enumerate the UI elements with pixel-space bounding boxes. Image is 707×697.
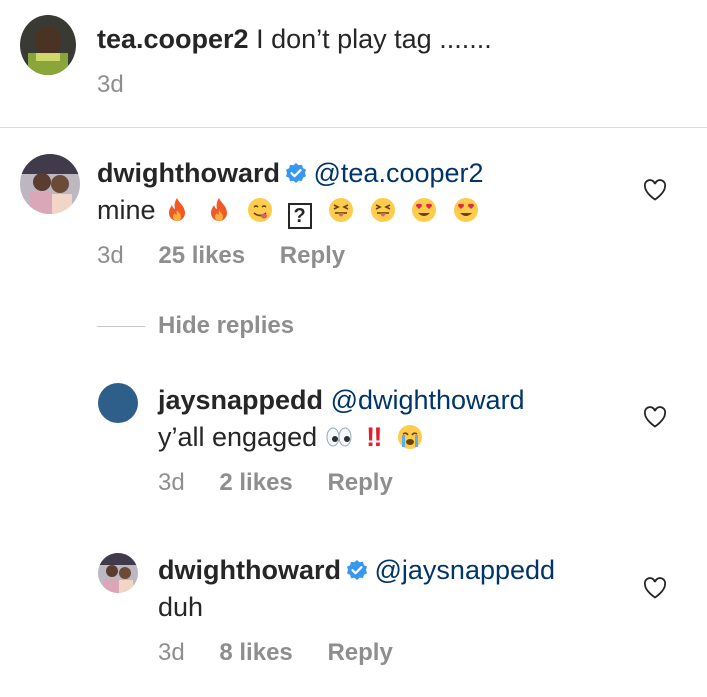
comment-username[interactable]: dwighthoward [97,158,280,188]
comment-time[interactable]: 3d [97,70,124,100]
reply-line: dwighthoward @jaysnappedd [158,553,555,587]
like-heart-icon[interactable] [643,179,667,201]
avatar-dwighthoward[interactable] [98,553,138,593]
reply-button[interactable]: Reply [327,638,392,668]
reply-body: duh [158,590,203,624]
heart-eyes-emoji-icon [452,196,480,224]
reply-line: jaysnappedd @dwighthoward [158,383,525,417]
comment-username[interactable]: tea.cooper2 [97,24,249,54]
comment-meta: 3d 25 likes Reply [97,241,345,271]
squinting-tongue-emoji-icon [369,196,397,224]
avatar-dwighthoward[interactable] [20,154,80,214]
double-exclamation-emoji: ‼ [366,422,383,452]
comment-mention[interactable]: @tea.cooper2 [314,158,484,188]
like-heart-icon[interactable] [643,406,667,428]
reply-time[interactable]: 3d [158,638,185,668]
reply-body: y’all engaged ‼ [158,420,430,454]
reply-text: duh [158,592,204,622]
yum-face-emoji-icon [246,196,274,224]
like-heart-icon[interactable] [643,577,667,599]
comment-line: dwighthoward @tea.cooper2 [97,156,484,190]
reply-meta: 3d 8 likes Reply [158,638,393,668]
reply-username[interactable]: dwighthoward [158,555,341,585]
reply-time[interactable]: 3d [158,468,185,498]
reply-mention[interactable]: @dwighthoward [331,385,525,415]
comment-body: mine ? [97,193,486,229]
comment-time[interactable]: 3d [97,241,124,271]
hide-replies-button[interactable]: Hide replies [158,311,294,341]
reply-button[interactable]: Reply [280,241,345,271]
fire-emoji-icon [163,196,191,224]
likes-count[interactable]: 2 likes [219,468,292,498]
eyes-emoji-icon [325,423,353,451]
likes-count[interactable]: 25 likes [158,241,245,271]
hide-replies-line [97,326,145,327]
comment-text: I don’t play tag ....... [256,24,492,54]
comment-meta: 3d [97,70,124,100]
reply-meta: 3d 2 likes Reply [158,468,393,498]
reply-mention[interactable]: @jaysnappedd [375,555,556,585]
comment-line: tea.cooper2 I don’t play tag ....... [97,22,492,56]
fire-emoji-icon [205,196,233,224]
verified-badge-icon [285,163,306,183]
reply-username[interactable]: jaysnappedd [158,385,323,415]
likes-count[interactable]: 8 likes [219,638,292,668]
heart-eyes-emoji-icon [410,196,438,224]
comment-text: mine [97,195,156,225]
divider [0,127,707,128]
missing-glyph-box: ? [287,203,312,229]
avatar-jaysnappedd[interactable] [98,383,138,423]
reply-button[interactable]: Reply [327,468,392,498]
squinting-tongue-emoji-icon [327,196,355,224]
verified-badge-icon [346,560,367,580]
crying-face-emoji-icon [396,423,424,451]
avatar-tea-cooper2[interactable] [20,15,76,75]
reply-text: y’all engaged [158,422,318,452]
